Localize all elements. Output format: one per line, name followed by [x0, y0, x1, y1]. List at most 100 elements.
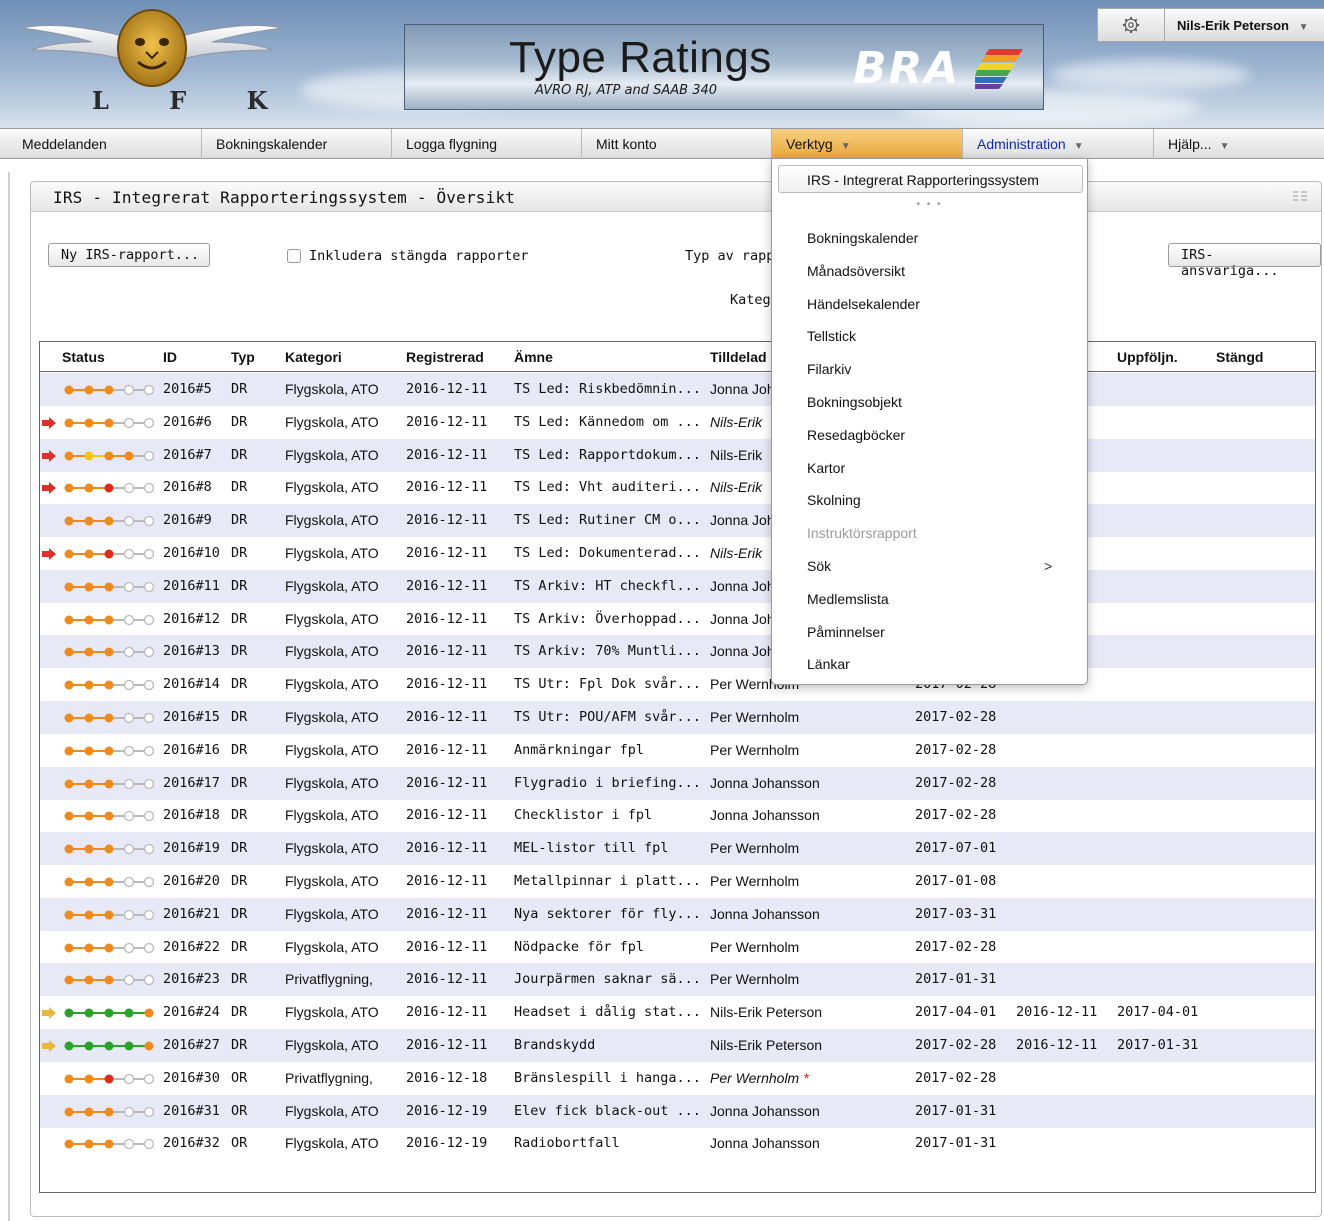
- status-step: [123, 581, 135, 592]
- status-step: [84, 680, 94, 690]
- irs-overview-panel: IRS - Integrerat Rapporteringssystem - Ö…: [30, 181, 1322, 1217]
- table-row[interactable]: 2016#8 DR Flygskola, ATO 2016-12-11 TS Led: …: [40, 471, 1315, 504]
- table-row[interactable]: 2016#18 DR Flygskola, ATO 2016-12-11 Checkli…: [40, 799, 1315, 832]
- table-row[interactable]: 2016#9 DR Flygskola, ATO 2016-12-11 TS Led: …: [40, 504, 1315, 538]
- status-step: [143, 712, 154, 724]
- status-step: [64, 516, 74, 526]
- cell-registrerad: 2016-12-11: [406, 1004, 487, 1020]
- menu-item-irs[interactable]: IRS - Integrerat Rapporteringssystem: [778, 165, 1083, 193]
- status-step: [123, 712, 135, 724]
- cell-started: 2016-12-11: [1016, 1004, 1097, 1020]
- new-irs-report-button[interactable]: Ny IRS-rapport...: [48, 243, 211, 267]
- menu-item-bokningsobjekt[interactable]: Bokningsobjekt: [807, 394, 902, 410]
- cell-id-text: 2016#16: [163, 741, 220, 758]
- menu-item-resedagb-cker[interactable]: Resedagböcker: [807, 427, 905, 443]
- table-row[interactable]: 2016#17 DR Flygskola, ATO 2016-12-11 Flygrad…: [40, 766, 1315, 800]
- cell-uppfoljning: 2017-04-01: [1117, 1004, 1198, 1020]
- menu-item-h-ndelsekalender[interactable]: Händelsekalender: [807, 296, 920, 312]
- cell-typ: DR: [231, 840, 247, 856]
- user-menu-button[interactable]: Nils-Erik Peterson ▼: [1164, 8, 1324, 42]
- cell-typ: DR: [231, 971, 247, 987]
- nav-hjalp[interactable]: Hjälp... ▼: [1154, 129, 1324, 159]
- table-row[interactable]: 2016#20 DR Flygskola, ATO 2016-12-11 Metallp…: [40, 865, 1315, 898]
- menu-item-medlemslista[interactable]: Medlemslista: [807, 591, 889, 607]
- table-row[interactable]: 2016#5 DR Flygskola, ATO 2016-12-11 TS Led: …: [40, 373, 1315, 406]
- cell-typ: DR: [231, 381, 247, 397]
- col-kategori[interactable]: Kategori: [285, 349, 342, 365]
- cell-id-text: 2016#31: [163, 1102, 220, 1119]
- col-registrerad[interactable]: Registrerad: [406, 349, 484, 365]
- cell-typ-text: DR: [231, 676, 248, 693]
- include-closed-checkbox[interactable]: [287, 249, 301, 263]
- nav-administration[interactable]: Administration ▼: [963, 129, 1154, 159]
- col-typ[interactable]: Typ: [231, 349, 255, 365]
- chevron-right-icon: >: [1044, 558, 1053, 574]
- menu-item-kartor[interactable]: Kartor: [807, 460, 845, 476]
- table-row[interactable]: 2016#7 DR Flygskola, ATO 2016-12-11 TS Led: …: [40, 438, 1315, 472]
- table-row[interactable]: 2016#31 OR Flygskola, ATO 2016-12-19 Elev fi…: [40, 1094, 1315, 1128]
- nav-logga-flygning[interactable]: Logga flygning: [392, 129, 582, 159]
- cell-deadline-text: 2017-02-28: [915, 774, 997, 791]
- col-status[interactable]: Status: [62, 349, 105, 365]
- col-id[interactable]: ID: [163, 349, 177, 365]
- table-row[interactable]: 2016#30 OR Privatflygning, 2016-12-18 Bränsl…: [40, 1062, 1315, 1095]
- nav-bokningskalender[interactable]: Bokningskalender: [202, 129, 392, 159]
- table-row[interactable]: 2016#27 DR Flygskola, ATO 2016-12-11 Brandsk…: [40, 1029, 1315, 1062]
- table-row[interactable]: 2016#32 OR Flygskola, ATO 2016-12-19 Radiobo…: [40, 1127, 1315, 1160]
- cell-uppfoljning-text: 2017-04-01: [1117, 1004, 1199, 1021]
- col-tilldelad[interactable]: Tilldelad: [710, 349, 767, 365]
- cell-tilldelad: Per Wernholm: [710, 939, 799, 955]
- status-step: [64, 713, 74, 723]
- report-type-label: Typ av rappo: [685, 248, 783, 264]
- status-step: [104, 1041, 114, 1051]
- cell-registrerad: 2016-12-11: [406, 643, 487, 659]
- cell-typ: DR: [231, 611, 247, 627]
- col-stangd[interactable]: Stängd: [1216, 349, 1263, 365]
- table-row[interactable]: 2016#19 DR Flygskola, ATO 2016-12-11 MEL-lis…: [40, 832, 1315, 866]
- col-uppfoljning[interactable]: Uppföljn.: [1117, 349, 1178, 365]
- nav-mitt-konto[interactable]: Mitt konto: [582, 129, 772, 159]
- nav-verktyg[interactable]: Verktyg ▼: [772, 129, 963, 159]
- status-step: [84, 844, 94, 854]
- cell-id-text: 2016#27: [163, 1037, 220, 1053]
- table-row[interactable]: 2016#6 DR Flygskola, ATO 2016-12-11 TS Led: …: [40, 406, 1315, 439]
- panel-options-icon[interactable]: [1293, 190, 1307, 202]
- menu-item-skolning[interactable]: Skolning: [807, 492, 861, 508]
- table-row[interactable]: 2016#13 DR Flygskola, ATO 2016-12-11 TS Arki…: [40, 635, 1315, 669]
- status-step: [123, 975, 135, 986]
- cell-tilldelad: Per Wernholm: [710, 742, 799, 758]
- menu-item-m-nads-versikt[interactable]: Månadsöversikt: [807, 263, 905, 279]
- menu-item-l-nkar[interactable]: Länkar: [807, 656, 850, 672]
- menu-item-s-k[interactable]: Sök: [807, 558, 831, 574]
- menu-item-bokningskalender[interactable]: Bokningskalender: [807, 230, 918, 246]
- table-row[interactable]: 2016#16 DR Flygskola, ATO 2016-12-11 Anmärkn…: [40, 734, 1315, 767]
- menu-item-p-minnelser[interactable]: Påminnelser: [807, 624, 885, 640]
- cell-typ-text: DR: [231, 643, 248, 660]
- table-row[interactable]: 2016#12 DR Flygskola, ATO 2016-12-11 TS Arki…: [40, 603, 1315, 636]
- col-amne[interactable]: Ämne: [514, 349, 553, 365]
- cell-typ: OR: [231, 1070, 247, 1086]
- status-step: [84, 582, 94, 592]
- type-ratings-banner[interactable]: Type Ratings AVRO RJ, ATP and SAAB 340 B…: [404, 24, 1044, 110]
- menu-item-filarkiv[interactable]: Filarkiv: [807, 361, 851, 377]
- table-row[interactable]: 2016#15 DR Flygskola, ATO 2016-12-11 TS Utr:…: [40, 701, 1315, 734]
- status-step: [123, 548, 135, 560]
- cell-registrerad: 2016-12-11: [406, 611, 487, 627]
- nav-label: Verktyg: [786, 136, 833, 152]
- table-row[interactable]: 2016#22 DR Flygskola, ATO 2016-12-11 Nödpack…: [40, 931, 1315, 964]
- table-row[interactable]: 2016#10 DR Flygskola, ATO 2016-12-11 TS Led:…: [40, 537, 1315, 570]
- irs-responsible-button[interactable]: IRS-ansvariga...: [1168, 243, 1321, 279]
- status-step: [84, 1041, 94, 1051]
- table-row[interactable]: 2016#11 DR Flygskola, ATO 2016-12-11 TS Arki…: [40, 569, 1315, 603]
- cell-registrerad-text: 2016-12-11: [406, 512, 488, 529]
- nav-meddelanden[interactable]: Meddelanden: [0, 129, 202, 159]
- status-progress-icon: [64, 680, 154, 691]
- table-row[interactable]: 2016#23 DR Privatflygning, 2016-12-11 Jourpä…: [40, 963, 1315, 997]
- cell-amne-text: Nödpacke för fpl: [514, 938, 645, 955]
- menu-item-tellstick[interactable]: Tellstick: [807, 328, 856, 344]
- settings-button[interactable]: [1097, 8, 1165, 42]
- table-row[interactable]: 2016#14 DR Flygskola, ATO 2016-12-11 TS Utr:…: [40, 668, 1315, 701]
- table-row[interactable]: 2016#24 DR Flygskola, ATO 2016-12-11 Headset…: [40, 996, 1315, 1029]
- status-step: [143, 450, 154, 461]
- table-row[interactable]: 2016#21 DR Flygskola, ATO 2016-12-11 Nya sek…: [40, 897, 1315, 931]
